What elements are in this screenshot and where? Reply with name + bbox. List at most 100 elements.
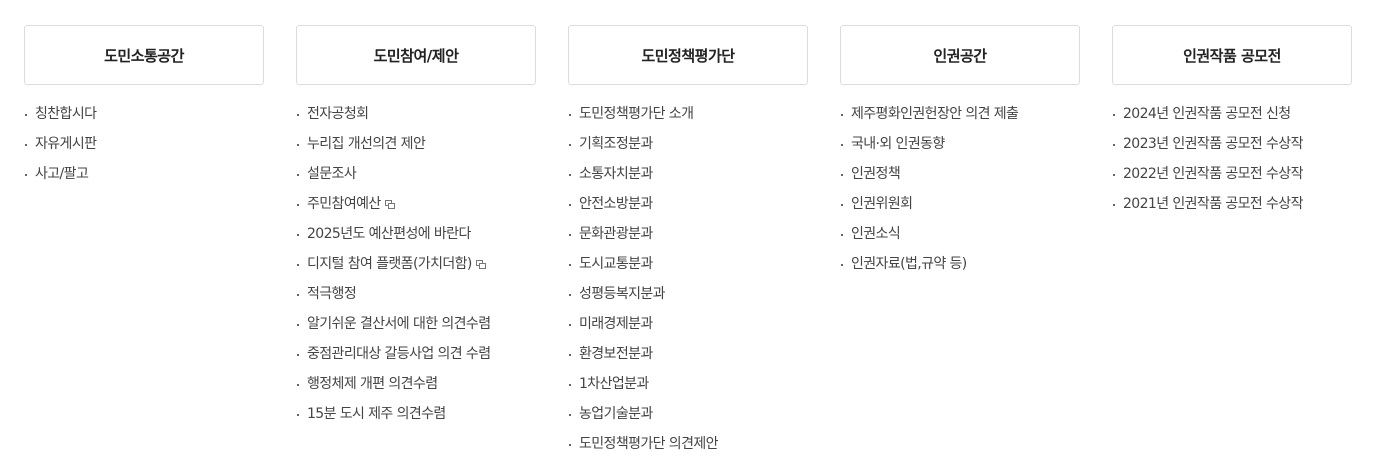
submenu-item[interactable]: 도민정책평가단 의견제안 xyxy=(568,429,808,459)
menu-section-header[interactable]: 도민소통공간 xyxy=(24,25,264,85)
bullet-dot-icon xyxy=(841,114,843,116)
submenu-item-label: 자유게시판 xyxy=(35,136,97,152)
submenu-item-label: 안전소방분과 xyxy=(579,196,653,212)
bullet-dot-icon xyxy=(25,114,27,116)
submenu-list: 전자공청회 누리집 개선의견 제안설문조사주민참여예산 2025년도 예산편성에 바… xyxy=(296,99,536,429)
submenu-item-label: 2025년도 예산편성에 바란다 xyxy=(307,226,471,242)
submenu-list: 도민정책평가단 소개기획조정분과소통자치분과안전소방분과문화관광분과도시교통분과… xyxy=(568,99,808,459)
submenu-item[interactable]: 안전소방분과 xyxy=(568,189,808,219)
bullet-dot-icon xyxy=(569,264,571,266)
bullet-dot-icon xyxy=(297,414,299,416)
submenu-item-label: 인권자료(법,규약 등) xyxy=(851,256,967,272)
submenu-item[interactable]: 자유게시판 xyxy=(24,129,264,159)
submenu-item[interactable]: 인권자료(법,규약 등) xyxy=(840,249,1080,279)
submenu-item[interactable]: 전자공청회 xyxy=(296,99,536,129)
bullet-dot-icon xyxy=(569,204,571,206)
menu-column: 도민정책평가단도민정책평가단 소개기획조정분과소통자치분과안전소방분과문화관광분… xyxy=(568,25,808,459)
bullet-dot-icon xyxy=(1113,204,1115,206)
submenu-item[interactable]: 2025년도 예산편성에 바란다 xyxy=(296,219,536,249)
submenu-item-label: 문화관광분과 xyxy=(579,226,653,242)
submenu-item-label: 도시교통분과 xyxy=(579,256,653,272)
submenu-item[interactable]: 국내·외 인권동향 xyxy=(840,129,1080,159)
menu-section-header[interactable]: 인권공간 xyxy=(840,25,1080,85)
bullet-dot-icon xyxy=(297,384,299,386)
bullet-dot-icon xyxy=(569,114,571,116)
bullet-dot-icon xyxy=(297,144,299,146)
submenu-item[interactable]: 제주평화인권헌장안 의견 제출 xyxy=(840,99,1080,129)
submenu-item[interactable]: 행정체제 개편 의견수렴 xyxy=(296,369,536,399)
menu-section-header[interactable]: 도민참여/제안 xyxy=(296,25,536,85)
submenu-item-label: 기획조정분과 xyxy=(579,136,653,152)
submenu-item-label: 2021년 인권작품 공모전 수상작 xyxy=(1123,196,1303,212)
submenu-item[interactable]: 인권위원회 xyxy=(840,189,1080,219)
submenu-item[interactable]: 칭찬합시다 xyxy=(24,99,264,129)
submenu-item[interactable]: 1차산업분과 xyxy=(568,369,808,399)
new-window-icon xyxy=(384,200,396,210)
new-window-icon xyxy=(475,260,487,270)
submenu-item-label: 15분 도시 제주 의견수렴 xyxy=(307,406,446,422)
bullet-dot-icon xyxy=(297,294,299,296)
submenu-item[interactable]: 인권소식 xyxy=(840,219,1080,249)
bullet-dot-icon xyxy=(569,444,571,446)
submenu-item-label: 알기쉬운 결산서에 대한 의견수렴 xyxy=(307,316,491,332)
submenu-item[interactable]: 누리집 개선의견 제안 xyxy=(296,129,536,159)
bullet-dot-icon xyxy=(841,144,843,146)
submenu-item[interactable]: 환경보전분과 xyxy=(568,339,808,369)
submenu-item[interactable]: 미래경제분과 xyxy=(568,309,808,339)
submenu-item[interactable]: 2021년 인권작품 공모전 수상작 xyxy=(1112,189,1352,219)
submenu-item-label: 농업기술분과 xyxy=(579,406,653,422)
submenu-item-label: 주민참여예산 xyxy=(307,196,381,212)
submenu-item-label: 2022년 인권작품 공모전 수상작 xyxy=(1123,166,1303,182)
submenu-item-label: 국내·외 인권동향 xyxy=(851,136,945,152)
submenu-item[interactable]: 사고/팔고 xyxy=(24,159,264,189)
submenu-item[interactable]: 디지털 참여 플랫폼(가치더함) xyxy=(296,249,536,279)
submenu-item[interactable]: 도시교통분과 xyxy=(568,249,808,279)
submenu-item[interactable]: 알기쉬운 결산서에 대한 의견수렴 xyxy=(296,309,536,339)
submenu-item[interactable]: 문화관광분과 xyxy=(568,219,808,249)
submenu-item-label: 사고/팔고 xyxy=(35,166,89,182)
bullet-dot-icon xyxy=(25,174,27,176)
bullet-dot-icon xyxy=(297,114,299,116)
submenu-item-label: 소통자치분과 xyxy=(579,166,653,182)
submenu-item-label: 1차산업분과 xyxy=(579,376,649,392)
bullet-dot-icon xyxy=(569,144,571,146)
submenu-item-label: 제주평화인권헌장안 의견 제출 xyxy=(851,106,1019,122)
submenu-item-label: 도민정책평가단 의견제안 xyxy=(579,436,719,452)
bullet-dot-icon xyxy=(569,174,571,176)
submenu-item[interactable]: 주민참여예산 xyxy=(296,189,536,219)
menu-column: 인권작품 공모전 2024년 인권작품 공모전 신청 2023년 인권작품 공모전 … xyxy=(1112,25,1352,219)
bullet-dot-icon xyxy=(297,234,299,236)
submenu-item-label: 미래경제분과 xyxy=(579,316,653,332)
submenu-item-label: 환경보전분과 xyxy=(579,346,653,362)
submenu-list: 2024년 인권작품 공모전 신청 2023년 인권작품 공모전 수상작 2022년… xyxy=(1112,99,1352,219)
bullet-dot-icon xyxy=(297,324,299,326)
submenu-item[interactable]: 2024년 인권작품 공모전 신청 xyxy=(1112,99,1352,129)
submenu-item[interactable]: 농업기술분과 xyxy=(568,399,808,429)
submenu-item[interactable]: 설문조사 xyxy=(296,159,536,189)
bullet-dot-icon xyxy=(841,234,843,236)
submenu-list: 칭찬합시다자유게시판사고/팔고 xyxy=(24,99,264,189)
bullet-dot-icon xyxy=(297,354,299,356)
bullet-dot-icon xyxy=(297,204,299,206)
bullet-dot-icon xyxy=(1113,144,1115,146)
bullet-dot-icon xyxy=(1113,174,1115,176)
bullet-dot-icon xyxy=(1113,114,1115,116)
submenu-item[interactable]: 적극행정 xyxy=(296,279,536,309)
bullet-dot-icon xyxy=(569,294,571,296)
submenu-item[interactable]: 성평등복지분과 xyxy=(568,279,808,309)
submenu-item[interactable]: 중점관리대상 갈등사업 의견 수렴 xyxy=(296,339,536,369)
menu-section-header[interactable]: 인권작품 공모전 xyxy=(1112,25,1352,85)
submenu-item[interactable]: 2022년 인권작품 공모전 수상작 xyxy=(1112,159,1352,189)
submenu-item[interactable]: 15분 도시 제주 의견수렴 xyxy=(296,399,536,429)
submenu-item[interactable]: 기획조정분과 xyxy=(568,129,808,159)
submenu-item[interactable]: 도민정책평가단 소개 xyxy=(568,99,808,129)
menu-section-header[interactable]: 도민정책평가단 xyxy=(568,25,808,85)
submenu-item[interactable]: 2023년 인권작품 공모전 수상작 xyxy=(1112,129,1352,159)
bullet-dot-icon xyxy=(841,204,843,206)
bullet-dot-icon xyxy=(569,324,571,326)
submenu-item[interactable]: 소통자치분과 xyxy=(568,159,808,189)
submenu-item[interactable]: 인권정책 xyxy=(840,159,1080,189)
menu-column: 인권공간제주평화인권헌장안 의견 제출국내·외 인권동향인권정책 인권위원회 인권소… xyxy=(840,25,1080,279)
submenu-item-label: 설문조사 xyxy=(307,166,357,182)
bullet-dot-icon xyxy=(25,144,27,146)
